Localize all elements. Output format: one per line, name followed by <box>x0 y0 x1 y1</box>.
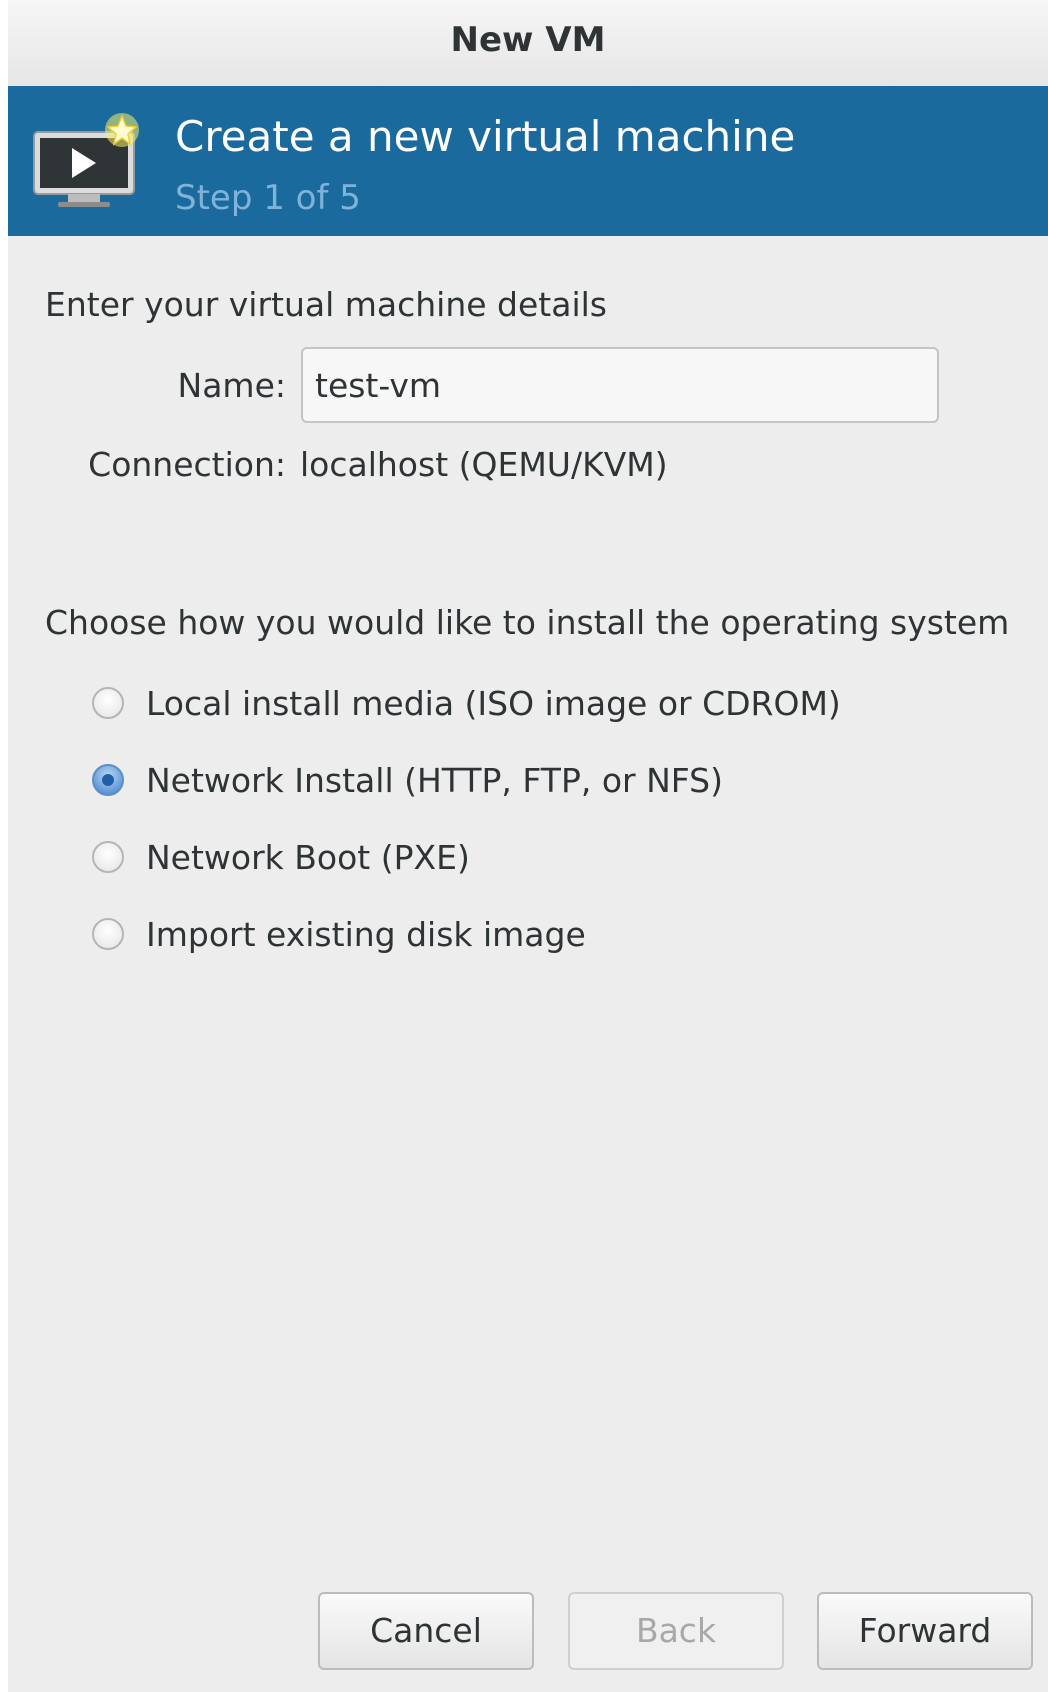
title-bar[interactable]: New VM <box>8 0 1048 87</box>
wizard-banner: Create a new virtual machine Step 1 of 5 <box>8 86 1048 236</box>
window-title: New VM <box>450 20 606 60</box>
radio-label: Import existing disk image <box>146 914 586 954</box>
radio-label: Network Boot (PXE) <box>146 837 470 877</box>
wizard-title: Create a new virtual machine <box>175 112 796 161</box>
details-heading: Enter your virtual machine details <box>45 285 607 324</box>
radio-button-selected[interactable] <box>92 764 124 796</box>
back-button[interactable]: Back <box>568 1592 784 1670</box>
monitor-new-icon <box>33 113 139 207</box>
cancel-button[interactable]: Cancel <box>318 1592 534 1670</box>
connection-value: localhost (QEMU/KVM) <box>300 445 668 484</box>
new-vm-dialog: New VM Create a new virtual machine Step… <box>8 0 1048 1692</box>
radio-label: Local install media (ISO image or CDROM) <box>146 683 841 723</box>
radio-button[interactable] <box>92 687 124 719</box>
connection-label: Connection: <box>88 445 286 484</box>
radio-button[interactable] <box>92 918 124 950</box>
radio-import-disk-image[interactable]: Import existing disk image <box>92 904 586 964</box>
name-field[interactable] <box>301 347 939 423</box>
radio-local-install-media[interactable]: Local install media (ISO image or CDROM) <box>92 673 841 733</box>
radio-network-boot[interactable]: Network Boot (PXE) <box>92 827 470 887</box>
wizard-step-indicator: Step 1 of 5 <box>175 178 361 218</box>
install-method-heading: Choose how you would like to install the… <box>45 603 1010 642</box>
radio-label: Network Install (HTTP, FTP, or NFS) <box>146 760 724 800</box>
radio-button[interactable] <box>92 841 124 873</box>
forward-button[interactable]: Forward <box>817 1592 1033 1670</box>
radio-network-install[interactable]: Network Install (HTTP, FTP, or NFS) <box>92 750 723 810</box>
name-label: Name: <box>177 366 286 405</box>
